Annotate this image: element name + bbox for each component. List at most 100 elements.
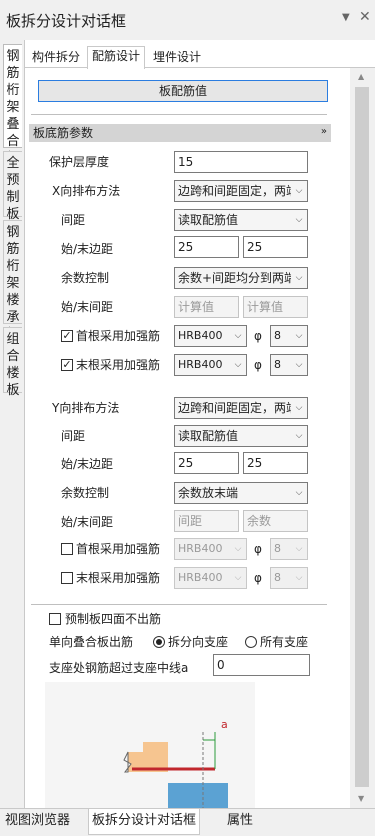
vtab-composite-floor[interactable]: 组合楼板 bbox=[3, 327, 22, 398]
one-way-label: 单向叠合板出筋 bbox=[49, 635, 134, 649]
tab-embed-design[interactable]: 埋件设计 bbox=[149, 48, 205, 68]
close-icon[interactable]: ✕ bbox=[359, 9, 371, 25]
x-remainder-select[interactable]: 余数+间距均分到两端 ⌵ bbox=[174, 267, 308, 289]
x-last-dia-select[interactable]: 8 ⌵ bbox=[270, 354, 308, 376]
y-remainder-value: 余数放末端 bbox=[178, 486, 239, 500]
x-last-bar-label: 末根采用加强筋 bbox=[76, 358, 161, 372]
x-last-bar-checkbox[interactable]: ✓ bbox=[61, 359, 73, 371]
x-edge-end-input[interactable]: 25 bbox=[243, 236, 308, 258]
x-first-grade-select[interactable]: HRB400 ⌵ bbox=[174, 325, 247, 347]
y-first-dia-value: 8 bbox=[274, 542, 281, 555]
chevron-down-icon: ⌵ bbox=[291, 268, 307, 288]
y-first-grade-select: HRB400 ⌵ bbox=[174, 538, 247, 560]
y-first-dia-select: 8 ⌵ bbox=[270, 538, 308, 560]
vtab-label: 全预制板 bbox=[6, 156, 20, 222]
vtab-truss-composite-slab[interactable]: 钢筋桁架叠合板 bbox=[3, 44, 22, 166]
dimension-label: a bbox=[221, 718, 228, 731]
support-extend-input[interactable]: 0 bbox=[213, 654, 310, 676]
no-out-bar-checkbox[interactable] bbox=[49, 613, 61, 625]
tab-split-dialog[interactable]: 板拆分设计对话框 bbox=[88, 809, 201, 835]
x-first-dia-select[interactable]: 8 ⌵ bbox=[270, 325, 308, 347]
y-last-grade-value: HRB400 bbox=[178, 571, 223, 584]
scroll-down-icon[interactable]: ▼ bbox=[358, 794, 364, 803]
support-diagram: a bbox=[45, 682, 255, 808]
chevron-down-icon: ⌵ bbox=[291, 326, 307, 346]
x-layout-select[interactable]: 边跨和间距固定，两端 ⌵ bbox=[174, 180, 308, 202]
chevron-down-icon: ⌵ bbox=[291, 483, 307, 503]
x-spacing-select[interactable]: 读取配筋值 ⌵ bbox=[174, 209, 308, 231]
tab-bar: 构件拆分 配筋设计 埋件设计 bbox=[25, 46, 375, 69]
slab-step-shape bbox=[143, 742, 168, 752]
vtab-label: 组合楼板 bbox=[6, 332, 20, 398]
panel-title: 板拆分设计对话框 bbox=[6, 12, 127, 30]
y-first-bar-checkbox[interactable] bbox=[61, 543, 73, 555]
y-spacing-select[interactable]: 读取配筋值 ⌵ bbox=[174, 425, 308, 447]
x-edge-start-input[interactable]: 25 bbox=[174, 236, 239, 258]
y-layout-value: 边跨和间距固定，两端 bbox=[178, 401, 299, 415]
form-content: 板配筋值 板底筋参数 » 保护层厚度 15 X向排布方法 边跨和间距固定，两端 … bbox=[25, 68, 350, 808]
panel-title-bar: 板拆分设计对话框 ▼ ✕ bbox=[0, 0, 375, 40]
x-layout-label: X向排布方法 bbox=[52, 184, 121, 198]
y-remainder-label: 余数控制 bbox=[61, 486, 110, 500]
y-layout-select[interactable]: 边跨和间距固定，两端 ⌵ bbox=[174, 397, 308, 419]
y-first-phi: φ bbox=[254, 542, 262, 556]
y-spacing-value: 读取配筋值 bbox=[178, 429, 239, 443]
y-last-grade-select: HRB400 ⌵ bbox=[174, 567, 247, 589]
no-out-bar-label: 预制板四面不出筋 bbox=[65, 612, 162, 626]
x-last-grade-select[interactable]: HRB400 ⌵ bbox=[174, 354, 247, 376]
y-last-dia-value: 8 bbox=[274, 571, 281, 584]
vtab-precast-slab[interactable]: 全预制板 bbox=[3, 151, 22, 222]
x-spacing-value: 读取配筋值 bbox=[178, 213, 239, 227]
chevron-down-icon: ⌵ bbox=[291, 210, 307, 230]
x-edge-label: 始/末边距 bbox=[61, 242, 114, 256]
x-first-bar-checkbox[interactable]: ✓ bbox=[61, 330, 73, 342]
x-gap-label: 始/末间距 bbox=[61, 300, 114, 314]
tab-reinforcement-design[interactable]: 配筋设计 bbox=[87, 46, 146, 69]
y-gap-label: 始/末间距 bbox=[61, 515, 114, 529]
x-last-dia-value: 8 bbox=[274, 358, 281, 371]
scroll-thumb[interactable] bbox=[355, 87, 369, 787]
x-remainder-label: 余数控制 bbox=[61, 271, 110, 285]
chevron-down-icon: ⌵ bbox=[291, 181, 307, 201]
y-last-bar-label: 末根采用加强筋 bbox=[76, 571, 161, 585]
y-edge-start-input[interactable]: 25 bbox=[174, 452, 239, 474]
y-first-grade-value: HRB400 bbox=[178, 542, 223, 555]
radio-all-supports[interactable] bbox=[245, 636, 257, 648]
x-first-bar-label: 首根采用加强筋 bbox=[76, 329, 161, 343]
y-spacing-label: 间距 bbox=[61, 429, 86, 443]
x-first-grade-value: HRB400 bbox=[178, 329, 223, 342]
chevron-down-icon: ⌵ bbox=[230, 568, 246, 588]
radio-split-support-label: 拆分向支座 bbox=[168, 635, 229, 649]
collapse-icon[interactable]: » bbox=[321, 123, 327, 141]
chevron-down-icon: ⌵ bbox=[230, 355, 246, 375]
radio-all-supports-label: 所有支座 bbox=[260, 635, 309, 649]
bottom-tab-bar: 视图浏览器 板拆分设计对话框 属性 bbox=[0, 808, 375, 836]
vtab-truss-deck[interactable]: 钢筋桁架楼承板 bbox=[3, 220, 22, 342]
y-edge-end-input[interactable]: 25 bbox=[243, 452, 308, 474]
cover-thickness-input[interactable]: 15 bbox=[174, 151, 308, 173]
assign-reinforcement-button[interactable]: 板配筋值 bbox=[38, 80, 328, 102]
section-header[interactable]: 板底筋参数 » bbox=[29, 124, 331, 142]
tab-view-browser[interactable]: 视图浏览器 bbox=[2, 809, 73, 835]
vertical-scrollbar[interactable]: ▲ ▼ bbox=[350, 68, 375, 808]
x-first-dia-value: 8 bbox=[274, 329, 281, 342]
vertical-tab-strip: 钢筋桁架叠合板 全预制板 钢筋桁架楼承板 组合楼板 bbox=[0, 40, 24, 808]
y-gap-end-input: 余数 bbox=[243, 510, 308, 532]
tab-component-split[interactable]: 构件拆分 bbox=[28, 48, 84, 68]
y-last-bar-checkbox[interactable] bbox=[61, 572, 73, 584]
scroll-up-icon[interactable]: ▲ bbox=[358, 72, 364, 81]
chevron-down-icon: ⌵ bbox=[291, 355, 307, 375]
chevron-down-icon: ⌵ bbox=[291, 539, 307, 559]
radio-split-support[interactable] bbox=[153, 636, 165, 648]
x-first-phi: φ bbox=[254, 329, 262, 343]
x-spacing-label: 间距 bbox=[61, 213, 86, 227]
pin-icon[interactable]: ▼ bbox=[342, 12, 350, 23]
divider bbox=[31, 604, 327, 605]
y-gap-start-input: 间距 bbox=[174, 510, 239, 532]
tab-properties[interactable]: 属性 bbox=[224, 809, 256, 835]
section-title: 板底筋参数 bbox=[33, 126, 94, 140]
x-gap-end-input: 计算值 bbox=[243, 296, 308, 318]
x-last-grade-value: HRB400 bbox=[178, 358, 223, 371]
y-remainder-select[interactable]: 余数放末端 ⌵ bbox=[174, 482, 308, 504]
divider bbox=[31, 114, 327, 115]
